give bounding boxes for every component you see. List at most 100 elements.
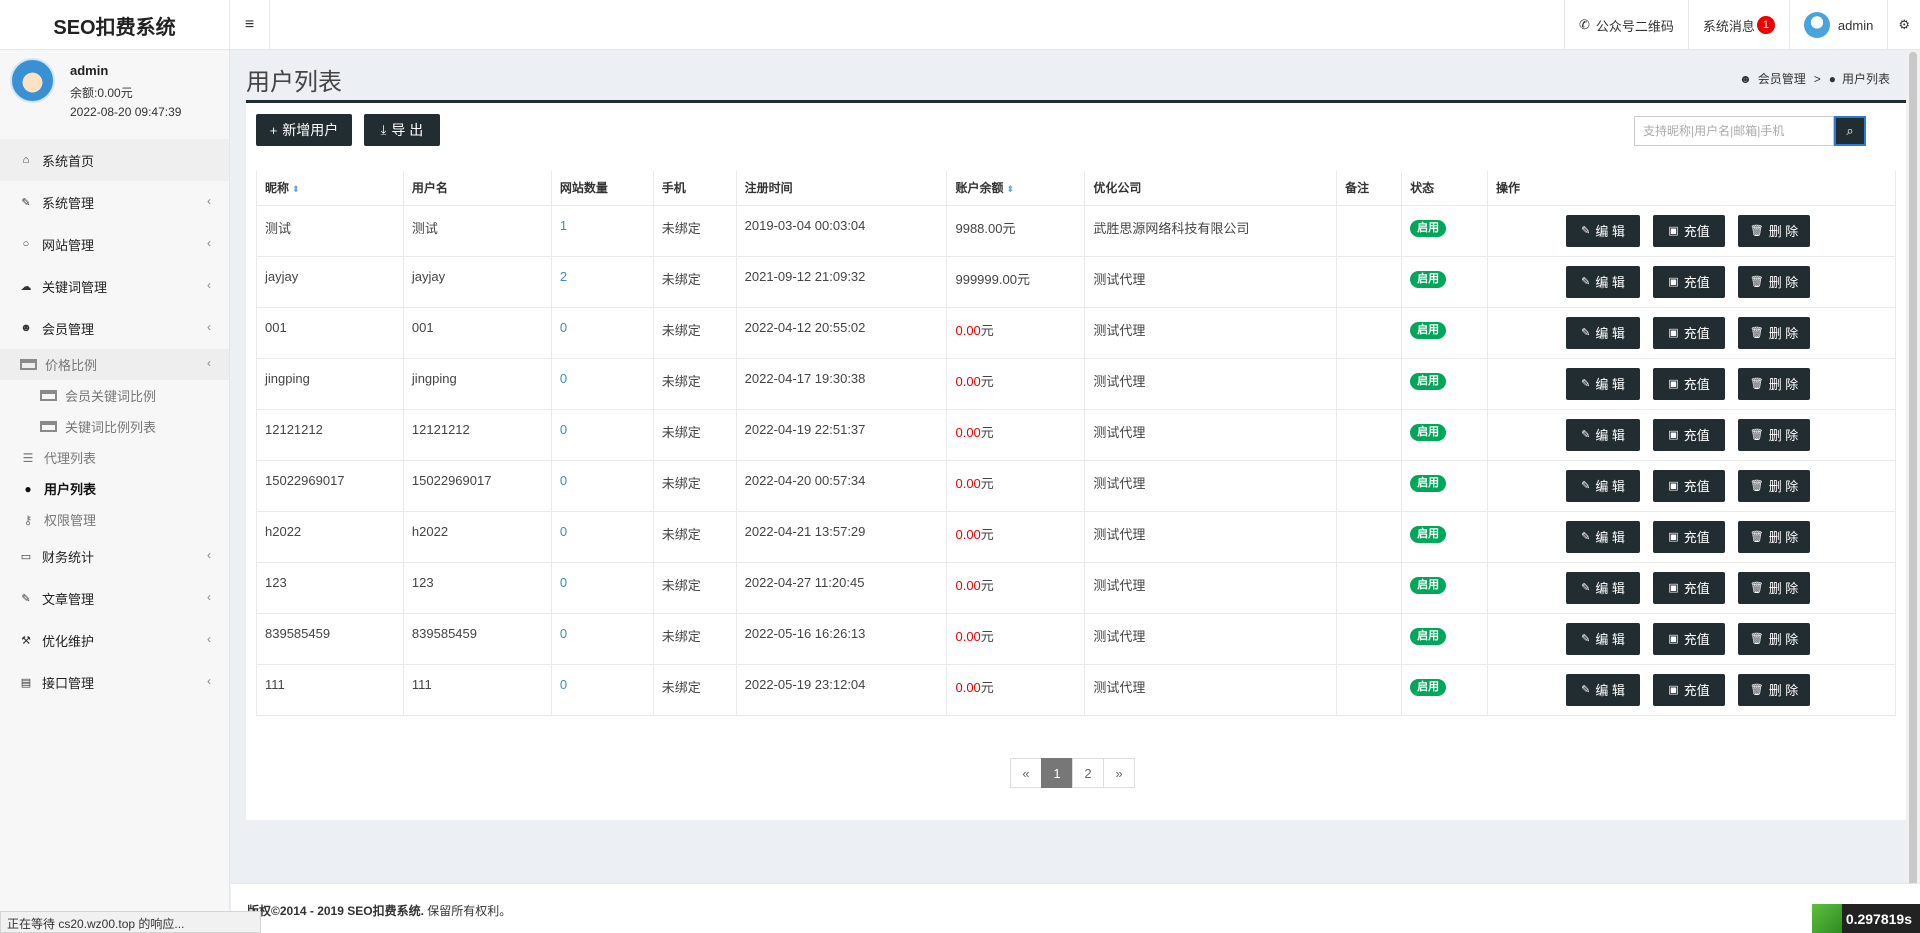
edit-button[interactable]: ✎ 编 辑 [1566,571,1641,604]
sites-count-link[interactable]: 0 [560,524,567,539]
sidebar-item-permission[interactable]: ⚷ 权限管理 [0,504,229,535]
edit-button[interactable]: ✎ 编 辑 [1566,367,1641,400]
edit-button[interactable]: ✎ 编 辑 [1566,622,1641,655]
cell-phone: 未绑定 [652,510,737,563]
system-messages-link[interactable]: 系统消息 1 [1687,0,1789,50]
sidebar-item-finance[interactable]: ▭ 财务统计 ‹ [0,535,229,577]
edit-button[interactable]: ✎ 编 辑 [1566,418,1641,451]
sidebar-item-member-keyword-ratio[interactable]: 会员关键词比例 [0,380,229,411]
page-scrollbar[interactable] [1906,50,1920,900]
sites-count-link[interactable]: 0 [560,371,567,386]
balance-unit: 元 [980,424,994,440]
cell-sites[interactable]: 1 [550,204,654,257]
delete-button[interactable]: 🗑 删 除 [1738,265,1811,298]
column-header-balance[interactable]: 账户余额 ⬍ [946,171,1086,206]
edit-button[interactable]: ✎ 编 辑 [1566,316,1641,349]
sidebar-item-system[interactable]: ✎ 系统管理 ‹ [0,181,229,223]
cell-sites[interactable]: 0 [550,408,654,461]
cell-sites[interactable]: 0 [550,357,654,410]
edit-label: 编 辑 [1595,428,1625,443]
cell-sites[interactable]: 2 [550,255,654,308]
sidebar-item-member[interactable]: ☻ 会员管理 ‹ [0,307,229,349]
recharge-button[interactable]: ▣ 充值 [1653,520,1726,553]
sites-count-link[interactable]: 0 [560,473,567,488]
column-header-nick[interactable]: 昵称 ⬍ [256,171,404,206]
export-button[interactable]: ⤓ 导 出 [364,114,440,146]
cell-sites[interactable]: 0 [550,510,654,563]
recharge-button[interactable]: ▣ 充值 [1653,214,1726,247]
wechat-qr-link[interactable]: ✆ 公众号二维码 [1563,0,1688,50]
edit-button[interactable]: ✎ 编 辑 [1566,265,1641,298]
cell-sites[interactable]: 0 [550,612,654,665]
recharge-button[interactable]: ▣ 充值 [1653,673,1726,706]
sidebar-item-optimize[interactable]: ⚒ 优化维护 ‹ [0,619,229,661]
sidebar-item-price-ratio[interactable]: 价格比例 ‹ [0,349,229,380]
sidebar: admin 余额:0.00元 2022-08-20 09:47:39 ⌂ 系统首… [0,50,230,933]
recharge-button[interactable]: ▣ 充值 [1653,622,1726,655]
edit-button[interactable]: ✎ 编 辑 [1566,214,1641,247]
delete-button[interactable]: 🗑 删 除 [1738,520,1811,553]
recharge-button[interactable]: ▣ 充值 [1653,316,1726,349]
breadcrumb-separator: > [1813,71,1821,86]
sites-count-link[interactable]: 0 [560,422,567,437]
edit-button[interactable]: ✎ 编 辑 [1566,520,1641,553]
cell-sites[interactable]: 0 [550,561,654,614]
sidebar-item-api[interactable]: ▤ 接口管理 ‹ [0,661,229,703]
delete-button[interactable]: 🗑 删 除 [1738,418,1811,451]
search-button[interactable]: ⌕ [1834,116,1866,146]
cell-actions: ✎ 编 辑 ▣ 充值 🗑 删 除 [1487,510,1896,563]
brand-logo[interactable]: SEO扣费系统 [0,0,230,50]
user-balance: 余额:0.00元 [70,86,133,100]
table-row: jayjay jayjay 2 未绑定 2021-09-12 21:09:32 99999… [256,255,1896,308]
cell-phone: 未绑定 [652,204,737,257]
cell-sites[interactable]: 0 [550,663,654,716]
recharge-button[interactable]: ▣ 充值 [1653,469,1726,502]
recharge-button[interactable]: ▣ 充值 [1653,571,1726,604]
pagination-next[interactable]: » [1103,758,1135,788]
sidebar-item-user-list[interactable]: ● 用户列表 [0,473,229,504]
sites-count-link[interactable]: 0 [560,320,567,335]
sites-count-link[interactable]: 0 [560,677,567,692]
cell-sites[interactable]: 0 [550,306,654,359]
recharge-button[interactable]: ▣ 充值 [1653,418,1726,451]
settings-link[interactable]: ⚙ [1887,0,1920,50]
search-input[interactable] [1634,116,1834,146]
status-badge: 启用 [1410,423,1447,441]
pagination-page-2[interactable]: 2 [1072,758,1104,788]
sites-count-link[interactable]: 0 [560,575,567,590]
delete-button[interactable]: 🗑 删 除 [1738,316,1811,349]
pagination-prev[interactable]: « [1010,758,1042,788]
cell-status: 启用 [1401,408,1489,461]
sidebar-item-keyword[interactable]: ☁ 关键词管理 ‹ [0,265,229,307]
edit-button[interactable]: ✎ 编 辑 [1566,469,1641,502]
sidebar-item-label: 用户列表 [44,482,97,497]
delete-button[interactable]: 🗑 删 除 [1738,622,1811,655]
edit-button[interactable]: ✎ 编 辑 [1566,673,1641,706]
delete-button[interactable]: 🗑 删 除 [1738,571,1811,604]
sites-count-link[interactable]: 0 [560,626,567,641]
sidebar-item-article[interactable]: ✎ 文章管理 ‹ [0,577,229,619]
sidebar-item-home[interactable]: ⌂ 系统首页 [0,139,229,181]
edit-label: 编 辑 [1595,581,1625,596]
delete-button[interactable]: 🗑 删 除 [1738,214,1811,247]
delete-button[interactable]: 🗑 删 除 [1738,469,1811,502]
cell-status: 启用 [1401,306,1489,359]
user-menu[interactable]: admin [1788,0,1887,50]
recharge-button[interactable]: ▣ 充值 [1653,265,1726,298]
pagination-page-1[interactable]: 1 [1041,758,1073,788]
scrollbar-thumb[interactable] [1909,52,1917,897]
sidebar-item-site[interactable]: ○ 网站管理 ‹ [0,223,229,265]
cell-sites[interactable]: 0 [550,459,654,512]
sites-count-link[interactable]: 2 [560,269,567,284]
sites-count-link[interactable]: 1 [560,218,567,233]
sidebar-item-keyword-ratio-list[interactable]: 关键词比例列表 [0,411,229,442]
sidebar-toggle-button[interactable]: ≡ [230,0,270,50]
breadcrumb-parent[interactable]: 会员管理 [1758,70,1806,87]
add-user-button[interactable]: + 新增用户 [256,114,352,146]
delete-button[interactable]: 🗑 删 除 [1738,367,1811,400]
user-table: 昵称 ⬍ 用户名 网站数量 手机 注册时间 账户余额 ⬍ 优化公司 备注 状态 操作… [256,171,1896,716]
cell-actions: ✎ 编 辑 ▣ 充值 🗑 删 除 [1487,459,1896,512]
sidebar-item-agent-list[interactable]: ☰ 代理列表 [0,442,229,473]
delete-button[interactable]: 🗑 删 除 [1738,673,1811,706]
recharge-button[interactable]: ▣ 充值 [1653,367,1726,400]
